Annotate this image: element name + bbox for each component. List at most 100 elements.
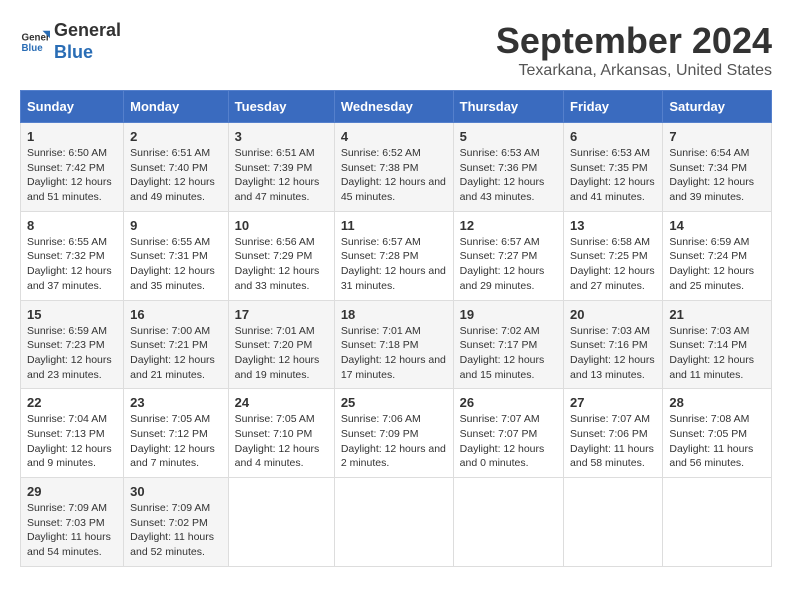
sunrise-label: Sunrise: 6:59 AM <box>27 325 107 337</box>
daylight-label: Daylight: 11 hours and 54 minutes. <box>27 531 111 558</box>
daylight-label: Daylight: 12 hours and 19 minutes. <box>235 354 320 381</box>
sunrise-label: Sunrise: 7:05 AM <box>235 413 315 425</box>
day-number: 7 <box>669 129 765 144</box>
day-info: Sunrise: 6:52 AM Sunset: 7:38 PM Dayligh… <box>341 146 447 205</box>
weekday-header-saturday: Saturday <box>663 91 772 123</box>
sunrise-label: Sunrise: 7:05 AM <box>130 413 210 425</box>
day-number: 13 <box>570 218 656 233</box>
sunset-label: Sunset: 7:03 PM <box>27 517 105 529</box>
day-info: Sunrise: 7:07 AM Sunset: 7:07 PM Dayligh… <box>460 412 557 471</box>
week-row-4: 22 Sunrise: 7:04 AM Sunset: 7:13 PM Dayl… <box>21 389 772 478</box>
sunrise-label: Sunrise: 7:01 AM <box>341 325 421 337</box>
day-cell: 25 Sunrise: 7:06 AM Sunset: 7:09 PM Dayl… <box>334 389 453 478</box>
sunrise-label: Sunrise: 7:03 AM <box>669 325 749 337</box>
day-cell: 15 Sunrise: 6:59 AM Sunset: 7:23 PM Dayl… <box>21 300 124 389</box>
daylight-label: Daylight: 12 hours and 35 minutes. <box>130 265 215 292</box>
day-info: Sunrise: 6:55 AM Sunset: 7:32 PM Dayligh… <box>27 235 117 294</box>
sunrise-label: Sunrise: 6:53 AM <box>570 147 650 159</box>
weekday-header-friday: Friday <box>564 91 663 123</box>
day-info: Sunrise: 7:00 AM Sunset: 7:21 PM Dayligh… <box>130 324 222 383</box>
day-number: 21 <box>669 307 765 322</box>
daylight-label: Daylight: 12 hours and 7 minutes. <box>130 443 215 470</box>
day-number: 17 <box>235 307 328 322</box>
day-cell: 7 Sunrise: 6:54 AM Sunset: 7:34 PM Dayli… <box>663 123 772 212</box>
day-number: 5 <box>460 129 557 144</box>
sunrise-label: Sunrise: 7:00 AM <box>130 325 210 337</box>
day-cell: 27 Sunrise: 7:07 AM Sunset: 7:06 PM Dayl… <box>564 389 663 478</box>
day-number: 22 <box>27 395 117 410</box>
daylight-label: Daylight: 12 hours and 15 minutes. <box>460 354 545 381</box>
day-cell <box>453 478 563 567</box>
day-cell: 1 Sunrise: 6:50 AM Sunset: 7:42 PM Dayli… <box>21 123 124 212</box>
daylight-label: Daylight: 12 hours and 37 minutes. <box>27 265 112 292</box>
day-cell <box>663 478 772 567</box>
daylight-label: Daylight: 12 hours and 0 minutes. <box>460 443 545 470</box>
sunset-label: Sunset: 7:12 PM <box>130 428 208 440</box>
day-number: 8 <box>27 218 117 233</box>
sunrise-label: Sunrise: 6:57 AM <box>341 236 421 248</box>
calendar-table: SundayMondayTuesdayWednesdayThursdayFrid… <box>20 90 772 567</box>
sunrise-label: Sunrise: 6:52 AM <box>341 147 421 159</box>
sunset-label: Sunset: 7:05 PM <box>669 428 747 440</box>
sunset-label: Sunset: 7:13 PM <box>27 428 105 440</box>
day-number: 30 <box>130 484 222 499</box>
sunrise-label: Sunrise: 7:07 AM <box>460 413 540 425</box>
day-cell: 2 Sunrise: 6:51 AM Sunset: 7:40 PM Dayli… <box>124 123 229 212</box>
sunrise-label: Sunrise: 6:58 AM <box>570 236 650 248</box>
sunrise-label: Sunrise: 7:01 AM <box>235 325 315 337</box>
daylight-label: Daylight: 12 hours and 4 minutes. <box>235 443 320 470</box>
day-cell <box>334 478 453 567</box>
daylight-label: Daylight: 12 hours and 51 minutes. <box>27 176 112 203</box>
svg-text:General: General <box>22 32 51 43</box>
day-info: Sunrise: 7:07 AM Sunset: 7:06 PM Dayligh… <box>570 412 656 471</box>
sunrise-label: Sunrise: 7:04 AM <box>27 413 107 425</box>
sunrise-label: Sunrise: 6:53 AM <box>460 147 540 159</box>
day-cell: 22 Sunrise: 7:04 AM Sunset: 7:13 PM Dayl… <box>21 389 124 478</box>
day-number: 29 <box>27 484 117 499</box>
sunset-label: Sunset: 7:29 PM <box>235 250 313 262</box>
day-cell: 6 Sunrise: 6:53 AM Sunset: 7:35 PM Dayli… <box>564 123 663 212</box>
day-info: Sunrise: 7:03 AM Sunset: 7:16 PM Dayligh… <box>570 324 656 383</box>
day-cell: 26 Sunrise: 7:07 AM Sunset: 7:07 PM Dayl… <box>453 389 563 478</box>
day-cell: 20 Sunrise: 7:03 AM Sunset: 7:16 PM Dayl… <box>564 300 663 389</box>
daylight-label: Daylight: 12 hours and 2 minutes. <box>341 443 446 470</box>
sunset-label: Sunset: 7:36 PM <box>460 162 538 174</box>
day-info: Sunrise: 7:05 AM Sunset: 7:10 PM Dayligh… <box>235 412 328 471</box>
day-cell: 12 Sunrise: 6:57 AM Sunset: 7:27 PM Dayl… <box>453 211 563 300</box>
day-info: Sunrise: 6:58 AM Sunset: 7:25 PM Dayligh… <box>570 235 656 294</box>
day-cell: 23 Sunrise: 7:05 AM Sunset: 7:12 PM Dayl… <box>124 389 229 478</box>
weekday-header-wednesday: Wednesday <box>334 91 453 123</box>
week-row-1: 1 Sunrise: 6:50 AM Sunset: 7:42 PM Dayli… <box>21 123 772 212</box>
day-number: 27 <box>570 395 656 410</box>
daylight-label: Daylight: 12 hours and 29 minutes. <box>460 265 545 292</box>
day-number: 26 <box>460 395 557 410</box>
sunset-label: Sunset: 7:34 PM <box>669 162 747 174</box>
week-row-5: 29 Sunrise: 7:09 AM Sunset: 7:03 PM Dayl… <box>21 478 772 567</box>
day-cell: 10 Sunrise: 6:56 AM Sunset: 7:29 PM Dayl… <box>228 211 334 300</box>
week-row-3: 15 Sunrise: 6:59 AM Sunset: 7:23 PM Dayl… <box>21 300 772 389</box>
sunset-label: Sunset: 7:10 PM <box>235 428 313 440</box>
sunset-label: Sunset: 7:42 PM <box>27 162 105 174</box>
sunrise-label: Sunrise: 7:09 AM <box>130 502 210 514</box>
page-header: General Blue General Blue September 2024… <box>20 20 772 80</box>
logo-icon: General Blue <box>20 27 50 57</box>
day-info: Sunrise: 7:01 AM Sunset: 7:20 PM Dayligh… <box>235 324 328 383</box>
day-info: Sunrise: 6:50 AM Sunset: 7:42 PM Dayligh… <box>27 146 117 205</box>
day-number: 4 <box>341 129 447 144</box>
sunrise-label: Sunrise: 7:08 AM <box>669 413 749 425</box>
title-section: September 2024 Texarkana, Arkansas, Unit… <box>496 20 772 80</box>
sunset-label: Sunset: 7:23 PM <box>27 339 105 351</box>
daylight-label: Daylight: 11 hours and 56 minutes. <box>669 443 753 470</box>
sunset-label: Sunset: 7:18 PM <box>341 339 419 351</box>
day-info: Sunrise: 6:55 AM Sunset: 7:31 PM Dayligh… <box>130 235 222 294</box>
daylight-label: Daylight: 12 hours and 31 minutes. <box>341 265 446 292</box>
sunrise-label: Sunrise: 7:03 AM <box>570 325 650 337</box>
day-info: Sunrise: 7:04 AM Sunset: 7:13 PM Dayligh… <box>27 412 117 471</box>
daylight-label: Daylight: 12 hours and 27 minutes. <box>570 265 655 292</box>
calendar-title: September 2024 <box>496 20 772 62</box>
day-info: Sunrise: 6:57 AM Sunset: 7:27 PM Dayligh… <box>460 235 557 294</box>
day-number: 25 <box>341 395 447 410</box>
sunrise-label: Sunrise: 7:07 AM <box>570 413 650 425</box>
day-info: Sunrise: 6:53 AM Sunset: 7:36 PM Dayligh… <box>460 146 557 205</box>
day-cell: 9 Sunrise: 6:55 AM Sunset: 7:31 PM Dayli… <box>124 211 229 300</box>
